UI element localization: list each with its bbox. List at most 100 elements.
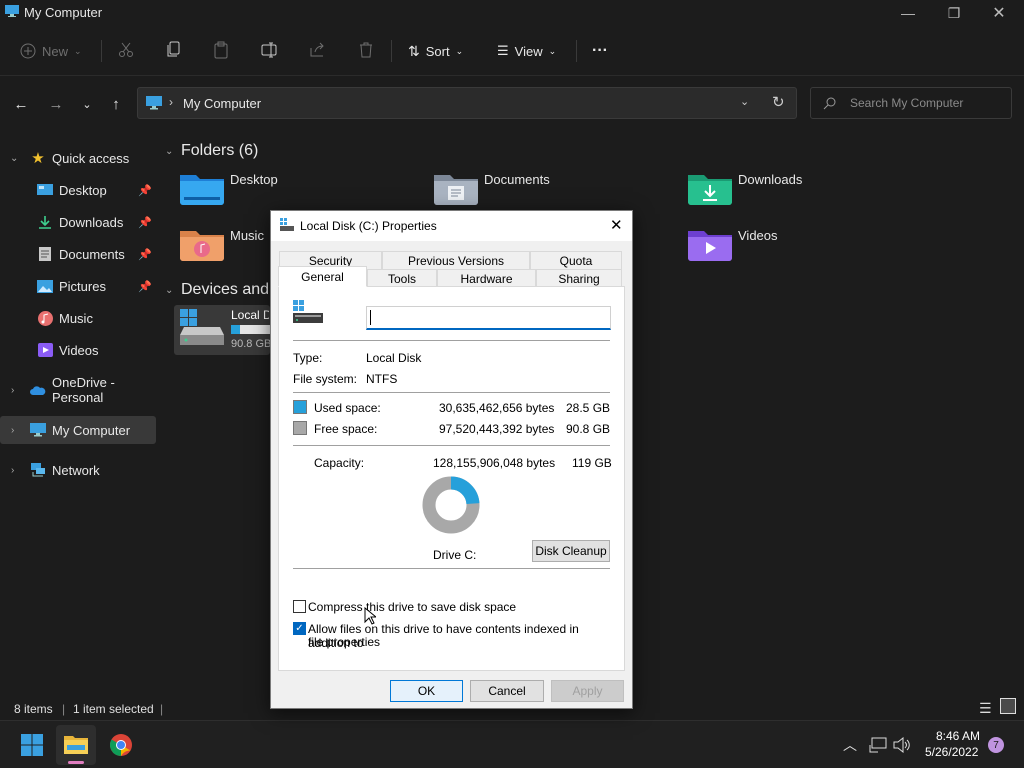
chevron-down-icon[interactable]: ⌄ xyxy=(740,95,749,108)
refresh-icon[interactable]: ↻ xyxy=(772,93,785,111)
free-space-bytes: 97,520,443,392 bytes xyxy=(439,422,555,436)
tab-tools[interactable]: Tools xyxy=(367,269,437,287)
compress-checkbox[interactable] xyxy=(293,600,306,613)
sidebar-item-onedrive[interactable]: › OneDrive - Personal xyxy=(0,375,156,405)
toolbar-divider xyxy=(101,40,102,62)
sidebar-item-pictures[interactable]: Pictures 📌 xyxy=(0,272,156,300)
drive-icon xyxy=(293,300,323,323)
drive-tile-c[interactable]: Local Disk (C:) 90.8 GB free of 119 GB xyxy=(174,305,270,355)
tab-general[interactable]: General xyxy=(278,266,367,287)
tab-quota[interactable]: Quota xyxy=(530,251,622,269)
pin-icon: 📌 xyxy=(138,280,152,293)
drive-usage-fill xyxy=(231,325,241,334)
recent-locations-button[interactable]: ⌄ xyxy=(76,93,98,115)
taskbar: ︿ 8:46 AM 5/26/2022 7 xyxy=(0,720,1024,768)
navigation-row: ← → ⌄ ↑ › My Computer ⌄ ↻ Search My Comp… xyxy=(0,77,1024,131)
copy-icon[interactable] xyxy=(166,41,182,59)
divider xyxy=(293,568,610,569)
volume-icon[interactable] xyxy=(893,737,911,753)
sidebar-item-my-computer[interactable]: › My Computer xyxy=(0,416,156,444)
drive-name-input[interactable] xyxy=(366,306,611,330)
sidebar-item-network[interactable]: › Network xyxy=(0,456,156,484)
forward-button[interactable]: → xyxy=(45,93,67,115)
chrome-icon[interactable] xyxy=(110,734,132,756)
paste-icon[interactable] xyxy=(213,41,229,59)
new-label: New xyxy=(42,43,69,59)
sidebar-item-music[interactable]: Music xyxy=(0,304,156,332)
cut-icon[interactable] xyxy=(118,42,134,58)
folder-label: Documents xyxy=(484,171,550,187)
chevron-down-icon[interactable]: ⌄ xyxy=(165,146,173,157)
tab-hardware[interactable]: Hardware xyxy=(437,269,536,287)
drive-free-space: 90.8 GB free of 119 GB xyxy=(231,338,270,350)
sidebar-item-videos[interactable]: Videos xyxy=(0,336,156,364)
sort-label: Sort xyxy=(425,43,450,59)
tab-sharing[interactable]: Sharing xyxy=(536,269,622,287)
more-options-button[interactable]: ··· xyxy=(592,38,608,64)
sidebar-item-desktop[interactable]: Desktop 📌 xyxy=(0,176,156,204)
chevron-right-icon[interactable]: › xyxy=(11,385,14,396)
search-input[interactable]: Search My Computer xyxy=(850,96,963,110)
maximize-button[interactable]: ❐ xyxy=(931,0,977,26)
search-box[interactable]: Search My Computer xyxy=(810,87,1012,119)
back-button[interactable]: ← xyxy=(10,93,32,115)
drive-usage-bar xyxy=(231,325,270,334)
network-icon[interactable] xyxy=(869,737,887,753)
chevron-down-icon[interactable]: ⌄ xyxy=(165,285,173,296)
desktop-icon xyxy=(37,183,53,197)
rename-icon[interactable] xyxy=(261,42,279,58)
sidebar-item-quick-access[interactable]: ⌄ ★ Quick access xyxy=(0,144,156,172)
folders-section-header[interactable]: Folders (6) xyxy=(181,142,258,160)
address-bar[interactable]: › My Computer ⌄ ↻ xyxy=(137,87,797,119)
chevron-right-icon[interactable]: › xyxy=(11,465,14,476)
chevron-down-icon[interactable]: ⌄ xyxy=(10,153,18,164)
music-folder-icon xyxy=(180,231,224,261)
window-title: My Computer xyxy=(24,5,103,20)
index-label-line2[interactable]: file properties xyxy=(308,635,380,649)
folder-videos[interactable]: Videos xyxy=(688,227,778,261)
tiles-view-icon[interactable] xyxy=(1000,698,1016,714)
file-system-label: File system: xyxy=(293,372,358,386)
index-checkbox[interactable]: ✓ xyxy=(293,622,306,635)
start-icon[interactable] xyxy=(21,734,43,756)
chevron-up-icon[interactable]: ︿ xyxy=(843,735,857,755)
delete-icon[interactable] xyxy=(358,41,374,59)
clock-time[interactable]: 8:46 AM xyxy=(936,729,980,743)
details-view-icon[interactable]: ☰ xyxy=(979,700,992,717)
music-icon xyxy=(37,310,53,326)
view-button[interactable]: ☰ View ⌄ xyxy=(497,38,556,64)
cancel-button[interactable]: Cancel xyxy=(470,680,544,702)
breadcrumb-current[interactable]: My Computer xyxy=(183,96,261,111)
folder-downloads[interactable]: Downloads xyxy=(688,171,802,205)
breadcrumb-separator-icon: › xyxy=(169,95,173,109)
view-icon: ☰ xyxy=(497,43,509,58)
up-button[interactable]: ↑ xyxy=(105,93,127,115)
sort-button[interactable]: ⇅ Sort ⌄ xyxy=(408,38,463,64)
documents-folder-icon xyxy=(434,175,478,205)
sidebar-item-label: Pictures xyxy=(59,278,106,294)
minimize-button[interactable]: — xyxy=(885,0,931,26)
dialog-close-icon[interactable]: ✕ xyxy=(610,216,623,234)
tab-previous-versions[interactable]: Previous Versions xyxy=(382,251,530,269)
close-window-button[interactable]: ✕ xyxy=(976,0,1022,26)
apply-button[interactable]: Apply xyxy=(551,680,624,702)
taskbar-file-explorer[interactable] xyxy=(56,725,96,765)
devices-section-header[interactable]: Devices and drives (1) xyxy=(181,281,271,299)
share-icon[interactable] xyxy=(309,42,325,58)
clock-date[interactable]: 5/26/2022 xyxy=(925,745,978,759)
chevron-right-icon[interactable]: › xyxy=(11,425,14,436)
folder-music[interactable]: Music xyxy=(180,227,264,261)
folder-desktop[interactable]: Desktop xyxy=(180,171,278,205)
notification-badge[interactable]: 7 xyxy=(988,737,1004,753)
folder-documents[interactable]: Documents xyxy=(434,171,550,205)
sidebar-item-downloads[interactable]: Downloads 📌 xyxy=(0,208,156,236)
compress-label[interactable]: Compress this drive to save disk space xyxy=(308,600,516,614)
ok-button[interactable]: OK xyxy=(390,680,463,702)
download-icon xyxy=(37,215,53,229)
drive-name: Local Disk (C:) xyxy=(231,308,269,322)
new-button[interactable]: New ⌄ xyxy=(20,38,82,64)
sidebar-item-documents[interactable]: Documents 📌 xyxy=(0,240,156,268)
disk-cleanup-button[interactable]: Disk Cleanup xyxy=(532,540,610,562)
folder-label: Desktop xyxy=(230,171,278,187)
chevron-down-icon: ⌄ xyxy=(548,45,557,56)
